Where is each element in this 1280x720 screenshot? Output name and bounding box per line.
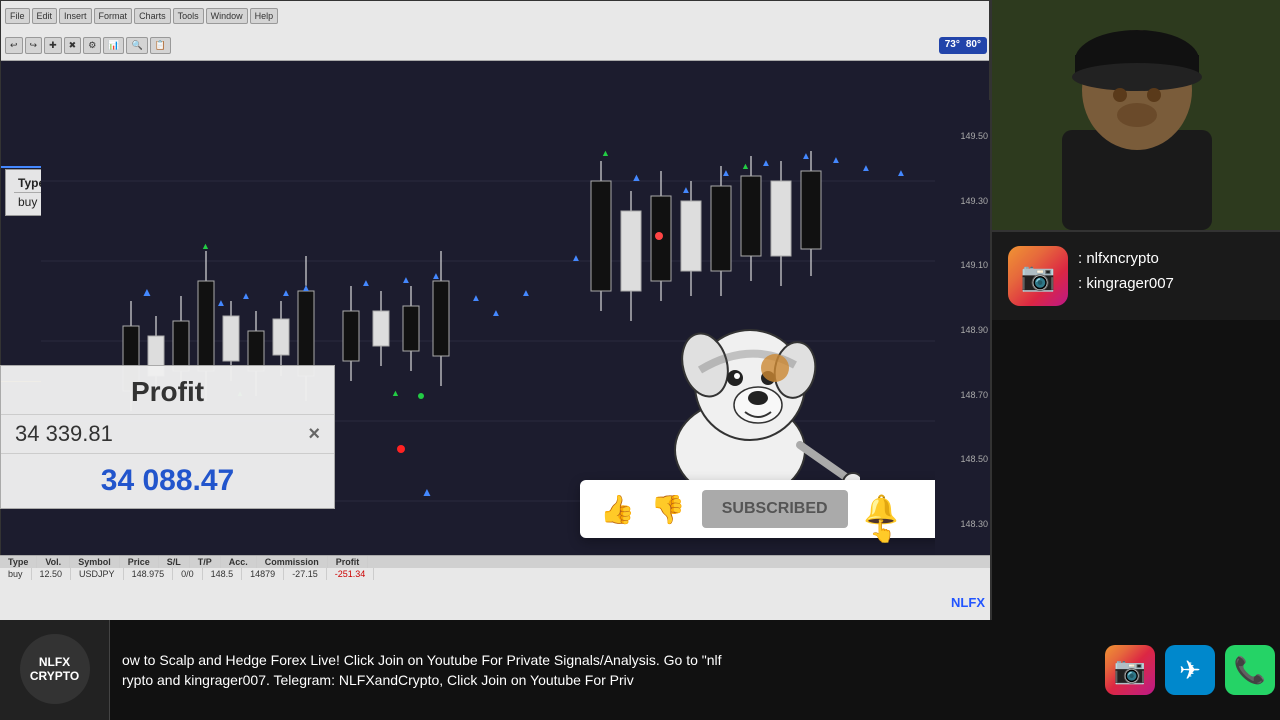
instagram-bottom-icon: 📷 xyxy=(1114,655,1146,686)
svg-text:▲: ▲ xyxy=(431,271,441,282)
logo-block: NLFX CRYPTO xyxy=(0,620,110,720)
svg-text:▲: ▲ xyxy=(721,168,731,179)
svg-text:▲: ▲ xyxy=(281,288,291,299)
svg-text:▲: ▲ xyxy=(201,241,210,251)
trade-table-area: Type Vol. Symbol Price S/L T/P Acc. Comm… xyxy=(0,555,990,620)
svg-text:▲: ▲ xyxy=(801,151,811,162)
instagram-block: 📷 : nlfxncrypto : kingrager007 xyxy=(992,230,1280,320)
dislike-button[interactable]: 👎 xyxy=(651,493,686,526)
col-sl: S/L xyxy=(159,556,190,568)
row-margin: 14879 xyxy=(242,568,284,580)
svg-text:▲: ▲ xyxy=(741,161,750,171)
profit-value-1: 34 339.81 xyxy=(15,421,113,447)
logo-circle: NLFX CRYPTO xyxy=(20,634,90,704)
toolbar-file[interactable]: File xyxy=(5,8,30,24)
row-profit: -251.34 xyxy=(327,568,375,580)
col-price: Price xyxy=(120,556,159,568)
toolbar-icon-8[interactable]: 📋 xyxy=(150,37,171,54)
temp-low: 80° xyxy=(966,39,981,52)
price-scale: 149.50 149.30 149.10 148.90 148.70 148.5… xyxy=(935,100,990,560)
col-tp: T/P xyxy=(190,556,221,568)
svg-text:▲: ▲ xyxy=(631,172,642,184)
profit-panel: Profit 34 339.81 × 34 088.47 xyxy=(0,365,335,509)
row-price: 148.975 xyxy=(124,568,174,580)
toolbar-icon-5[interactable]: ⚙ xyxy=(83,37,101,54)
whatsapp-button[interactable]: 📞 xyxy=(1225,645,1275,695)
profit-total: 34 088.47 xyxy=(1,454,334,508)
svg-text:▲: ▲ xyxy=(601,148,610,158)
svg-text:▲: ▲ xyxy=(141,285,153,299)
svg-text:▲: ▲ xyxy=(241,291,251,302)
col-type: Type xyxy=(0,556,37,568)
col-commission: Commission xyxy=(257,556,328,568)
svg-text:▲: ▲ xyxy=(421,485,433,499)
svg-text:▲: ▲ xyxy=(301,283,311,294)
telegram-icon: ✈ xyxy=(1179,655,1201,686)
svg-text:▲: ▲ xyxy=(896,168,906,179)
toolbar-charts[interactable]: Charts xyxy=(134,8,171,24)
close-profit-button[interactable]: × xyxy=(308,423,320,446)
svg-text:▲: ▲ xyxy=(761,158,771,169)
toolbar-help[interactable]: Help xyxy=(250,8,279,24)
ticker-area: ow to Scalp and Hedge Forex Live! Click … xyxy=(110,650,1100,690)
bottom-bar: NLFX CRYPTO ow to Scalp and Hedge Forex … xyxy=(0,620,1280,720)
profit-label: Profit xyxy=(1,366,334,415)
svg-text:▲: ▲ xyxy=(361,278,371,289)
profit-value-row: 34 339.81 × xyxy=(1,415,334,454)
toolbar-window[interactable]: Window xyxy=(206,8,248,24)
toolbar: File Edit Insert Format Charts Tools Win… xyxy=(1,1,990,61)
temp-high: 73° xyxy=(945,39,960,52)
toolbar-icon-7[interactable]: 🔍 xyxy=(126,37,147,54)
instagram-bottom-button[interactable]: 📷 xyxy=(1105,645,1155,695)
toolbar-tools[interactable]: Tools xyxy=(173,8,204,24)
person-svg xyxy=(992,0,1280,230)
svg-text:▲: ▲ xyxy=(491,308,501,319)
svg-text:▲: ▲ xyxy=(571,253,581,264)
weather-widget: 73° 80° xyxy=(939,37,987,54)
whatsapp-icon: 📞 xyxy=(1234,655,1266,686)
logo-line2: CRYPTO xyxy=(30,669,79,683)
row-type: buy xyxy=(0,568,32,580)
subscribed-button[interactable]: SUBSCRIBED xyxy=(702,490,848,528)
logo-line1: NLFX xyxy=(39,655,70,669)
social-panel: 📷 : nlfxncrypto : kingrager007 xyxy=(990,0,1280,720)
row-commission: -27.15 xyxy=(284,568,327,580)
ticker-line-1: ow to Scalp and Hedge Forex Live! Click … xyxy=(122,650,1088,670)
svg-text:▲: ▲ xyxy=(831,155,841,166)
toolbar-icon-4[interactable]: ✖ xyxy=(64,37,82,54)
ticker-line-2: rypto and kingrager007. Telegram: NLFXan… xyxy=(122,670,1088,690)
instagram-handle-1: : nlfxncrypto xyxy=(1078,246,1174,271)
row-vol: 12.50 xyxy=(32,568,72,580)
telegram-button[interactable]: ✈ xyxy=(1165,645,1215,695)
nlfx-label: NLFX xyxy=(951,595,985,610)
svg-text:▲: ▲ xyxy=(216,298,226,309)
svg-text:▲: ▲ xyxy=(861,163,871,174)
webcam-feed xyxy=(992,0,1280,230)
instagram-icon: 📷 xyxy=(1008,246,1068,306)
social-icons-bottom: 📷 ✈ 📞 xyxy=(1100,620,1280,720)
svg-text:▲: ▲ xyxy=(471,293,481,304)
like-button[interactable]: 👍 xyxy=(600,493,635,526)
svg-text:▲: ▲ xyxy=(521,288,531,299)
toolbar-icon-3[interactable]: ✚ xyxy=(44,37,62,54)
toolbar-format[interactable]: Format xyxy=(94,8,133,24)
col-symbol: Symbol xyxy=(70,556,120,568)
svg-text:▲: ▲ xyxy=(681,185,691,196)
col-margin: Acc. xyxy=(221,556,257,568)
row-symbol: USDJPY xyxy=(71,568,124,580)
toolbar-edit[interactable]: Edit xyxy=(32,8,58,24)
toolbar-icon-2[interactable]: ↪ xyxy=(25,37,43,54)
toolbar-icon-6[interactable]: 📊 xyxy=(103,37,124,54)
svg-text:▲: ▲ xyxy=(401,275,411,286)
toolbar-icon-1[interactable]: ↩ xyxy=(5,37,23,54)
col-profit: Profit xyxy=(328,556,369,568)
col-vol: Vol. xyxy=(37,556,70,568)
toolbar-insert[interactable]: Insert xyxy=(59,8,92,24)
instagram-handle-2: : kingrager007 xyxy=(1078,271,1174,296)
svg-text:▲: ▲ xyxy=(391,388,400,398)
row-tp: 148.5 xyxy=(203,568,243,580)
row-sl: 0/0 xyxy=(173,568,203,580)
bell-button[interactable]: 🔔 xyxy=(864,493,899,526)
dog-cartoon xyxy=(620,270,860,510)
